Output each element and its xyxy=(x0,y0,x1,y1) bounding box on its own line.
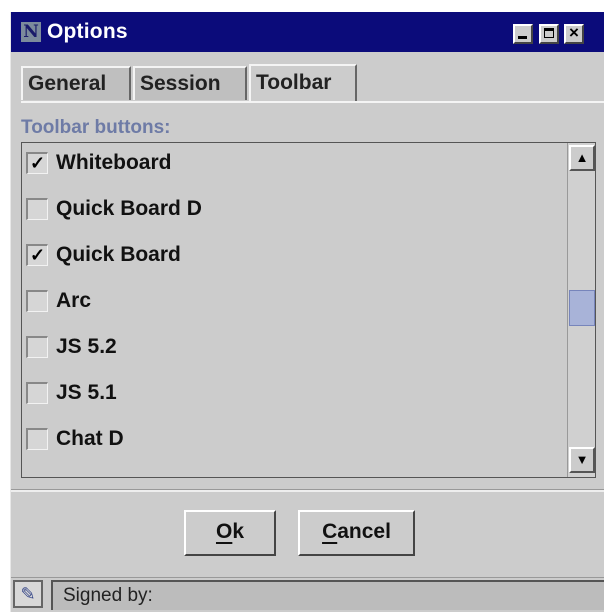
ok-button[interactable]: Ok xyxy=(184,510,276,556)
tab-divider xyxy=(21,101,604,103)
minimize-button[interactable] xyxy=(513,24,533,44)
list-item[interactable]: JS 5.1 xyxy=(22,373,562,413)
list-item-label: Quick Board D xyxy=(56,197,202,220)
window-title: Options xyxy=(47,20,128,43)
checkbox[interactable] xyxy=(26,198,48,220)
status-field: Signed by: xyxy=(51,580,604,610)
ok-mnemonic: O xyxy=(215,520,233,543)
toolbar-buttons-list: ✓ Whiteboard Quick Board D ✓ Quick Board Arc J… xyxy=(21,142,596,478)
cancel-label-rest: ancel xyxy=(337,520,391,543)
list-item[interactable]: ✓ Whiteboard xyxy=(22,143,562,183)
options-dialog: N Options × General Session Toolbar Tool… xyxy=(10,12,604,612)
cancel-button[interactable]: Cancel xyxy=(298,510,415,556)
button-separator xyxy=(11,489,604,492)
list-item[interactable]: JS 5.2 xyxy=(22,327,562,367)
checkbox[interactable] xyxy=(26,290,48,312)
status-bar: ✎ Signed by: xyxy=(11,577,604,612)
cancel-mnemonic: C xyxy=(322,520,338,543)
vertical-scrollbar[interactable]: ▲ ▼ xyxy=(567,143,595,477)
list-item[interactable]: Arc xyxy=(22,281,562,321)
signed-by-text: Signed by: xyxy=(63,585,153,606)
tab-session[interactable]: Session xyxy=(133,66,247,100)
netscape-icon: N xyxy=(21,22,41,42)
checkbox[interactable] xyxy=(26,336,48,358)
maximize-icon xyxy=(544,28,554,38)
close-button[interactable]: × xyxy=(564,23,584,44)
checkbox-checked[interactable]: ✓ xyxy=(26,152,48,174)
list-item-label: JS 5.1 xyxy=(56,381,117,404)
checkbox[interactable] xyxy=(26,428,48,450)
checkbox[interactable] xyxy=(26,382,48,404)
list-item-label: JS 5.2 xyxy=(56,335,117,358)
close-icon: × xyxy=(569,23,579,42)
certificate-icon[interactable]: ✎ xyxy=(13,580,43,608)
maximize-button[interactable] xyxy=(539,24,559,44)
checkbox-checked[interactable]: ✓ xyxy=(26,244,48,266)
list-item-label: Whiteboard xyxy=(56,151,172,174)
scroll-thumb[interactable] xyxy=(569,290,595,326)
list-item-label: Arc xyxy=(56,289,92,312)
tab-general[interactable]: General xyxy=(21,66,131,100)
list-item[interactable]: Quick Board D xyxy=(22,189,562,229)
list-item[interactable]: ✓ Quick Board xyxy=(22,235,562,275)
title-bar[interactable]: N Options × xyxy=(11,12,604,52)
scroll-down-button[interactable]: ▼ xyxy=(569,447,595,473)
ok-label-rest: k xyxy=(232,520,245,543)
tab-toolbar[interactable]: Toolbar xyxy=(249,64,357,102)
list-item-label: Chat D xyxy=(56,427,124,450)
toolbar-buttons-label: Toolbar buttons: xyxy=(21,117,171,138)
scroll-up-button[interactable]: ▲ xyxy=(569,145,595,171)
list-item-label: Quick Board xyxy=(56,243,181,266)
list-item[interactable]: Chat D xyxy=(22,419,562,459)
minimize-icon xyxy=(518,36,527,39)
